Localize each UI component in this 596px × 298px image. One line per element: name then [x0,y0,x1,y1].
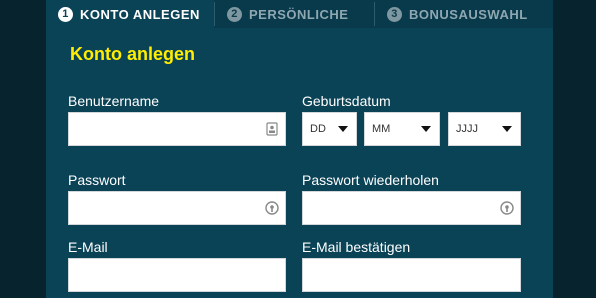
tab-label: BONUSAUSWAHL [409,6,528,22]
year-value: JJJJ [456,123,478,135]
tab-bonusauswahl[interactable]: 3 BONUSAUSWAHL [375,0,535,28]
username-input[interactable] [69,113,285,145]
month-value: MM [372,123,391,135]
email-field[interactable] [68,258,286,292]
email-input[interactable] [69,259,285,291]
step-number-1: 1 [58,6,73,22]
birthdate-label: Geburtsdatum [302,93,391,109]
username-label: Benutzername [68,93,160,109]
email-confirm-input[interactable] [303,259,520,291]
password-key-icon [265,201,279,215]
step-number-3: 3 [387,6,402,22]
email-confirm-label: E-Mail bestätigen [302,239,411,255]
email-confirm-field[interactable] [302,258,521,292]
password-repeat-field[interactable] [302,191,521,225]
birthdate-year-select[interactable]: JJJJ [448,112,521,146]
birthdate-day-select[interactable]: DD [302,112,357,146]
chevron-down-icon [421,126,431,132]
contact-card-icon [266,122,278,136]
tab-persoenliche[interactable]: 2 PERSÖNLICHE [215,0,373,28]
password-label: Passwort [68,172,126,188]
username-field[interactable] [68,112,286,146]
chevron-down-icon [338,126,348,132]
email-label: E-Mail [68,239,108,255]
page-title: Konto anlegen [70,44,195,64]
password-repeat-label: Passwort wiederholen [302,172,439,188]
password-key-icon [500,201,514,215]
step-number-2: 2 [227,6,242,22]
tab-label: KONTO ANLEGEN [80,6,200,22]
password-field[interactable] [68,191,286,225]
tab-konto-anlegen[interactable]: 1 KONTO ANLEGEN [46,0,214,28]
chevron-down-icon [502,126,512,132]
password-repeat-input[interactable] [303,192,520,224]
password-input[interactable] [69,192,285,224]
day-value: DD [310,123,326,135]
birthdate-month-select[interactable]: MM [364,112,440,146]
tab-label: PERSÖNLICHE [249,6,349,22]
